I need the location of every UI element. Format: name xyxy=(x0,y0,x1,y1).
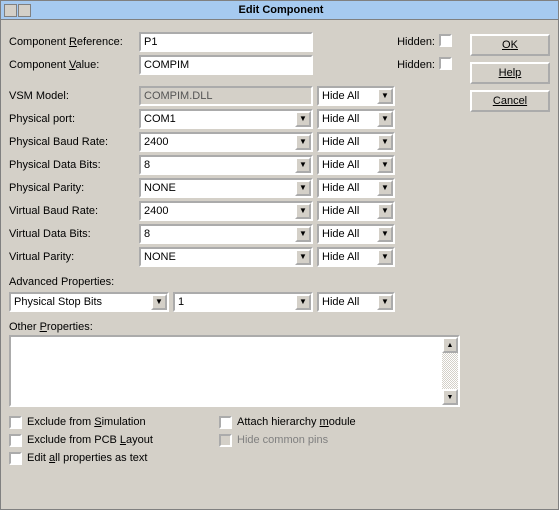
sys-menu-icon[interactable] xyxy=(4,4,17,17)
chevron-down-icon: ▼ xyxy=(295,180,311,196)
ok-button[interactable]: OK xyxy=(470,34,550,56)
chevron-down-icon: ▼ xyxy=(295,294,311,310)
label-virtual-data-bits: Virtual Data Bits: xyxy=(9,228,139,240)
virtual-data-bits-combo[interactable]: 8 ▼ xyxy=(139,224,313,244)
edit-all-checkbox[interactable] xyxy=(9,452,22,465)
chevron-down-icon: ▼ xyxy=(295,111,311,127)
physical-parity-visibility-combo[interactable]: Hide All ▼ xyxy=(317,178,395,198)
label-component-value: Component Value: xyxy=(9,59,139,71)
label-advanced-properties: Advanced Properties: xyxy=(9,276,460,288)
label-hidden-2: Hidden: xyxy=(395,59,439,71)
chevron-down-icon: ▼ xyxy=(377,88,393,104)
sys-restore-icon[interactable] xyxy=(18,4,31,17)
window-title: Edit Component xyxy=(34,4,558,16)
hidden-checkbox-val[interactable] xyxy=(439,57,452,70)
chevron-down-icon: ▼ xyxy=(377,157,393,173)
virtual-baud-combo[interactable]: 2400 ▼ xyxy=(139,201,313,221)
component-value-input[interactable] xyxy=(139,55,313,75)
chevron-down-icon: ▼ xyxy=(295,203,311,219)
chevron-down-icon: ▼ xyxy=(295,134,311,150)
label-virtual-baud: Virtual Baud Rate: xyxy=(9,205,139,217)
hide-common-pins-checkbox xyxy=(219,434,232,447)
advanced-property-name-combo[interactable]: Physical Stop Bits ▼ xyxy=(9,292,169,312)
vsm-model-input xyxy=(139,86,313,106)
label-physical-baud: Physical Baud Rate: xyxy=(9,136,139,148)
label-virtual-parity: Virtual Parity: xyxy=(9,251,139,263)
cancel-button[interactable]: Cancel xyxy=(470,90,550,112)
scroll-down-icon[interactable]: ▼ xyxy=(442,389,458,405)
component-reference-input[interactable] xyxy=(139,32,313,52)
label-vsm-model: VSM Model: xyxy=(9,90,139,102)
physical-data-bits-combo[interactable]: 8 ▼ xyxy=(139,155,313,175)
label-hidden-1: Hidden: xyxy=(395,36,439,48)
scroll-up-icon[interactable]: ▲ xyxy=(442,337,458,353)
label-physical-port: Physical port: xyxy=(9,113,139,125)
chevron-down-icon: ▼ xyxy=(151,294,167,310)
scrollbar[interactable]: ▲ ▼ xyxy=(442,337,458,405)
help-button[interactable]: Help xyxy=(470,62,550,84)
physical-port-combo[interactable]: COM1 ▼ xyxy=(139,109,313,129)
exclude-simulation-checkbox[interactable] xyxy=(9,416,22,429)
chevron-down-icon: ▼ xyxy=(377,134,393,150)
advanced-property-value-combo[interactable]: 1 ▼ xyxy=(173,292,313,312)
virtual-parity-combo[interactable]: NONE ▼ xyxy=(139,247,313,267)
other-properties-textarea[interactable]: ▲ ▼ xyxy=(9,335,460,407)
label-physical-parity: Physical Parity: xyxy=(9,182,139,194)
chevron-down-icon: ▼ xyxy=(295,249,311,265)
physical-data-bits-visibility-combo[interactable]: Hide All ▼ xyxy=(317,155,395,175)
label-physical-data-bits: Physical Data Bits: xyxy=(9,159,139,171)
exclude-pcb-checkbox[interactable] xyxy=(9,434,22,447)
label-other-properties: Other Properties: xyxy=(9,321,460,333)
chevron-down-icon: ▼ xyxy=(377,180,393,196)
chevron-down-icon: ▼ xyxy=(295,226,311,242)
chevron-down-icon: ▼ xyxy=(295,157,311,173)
physical-parity-combo[interactable]: NONE ▼ xyxy=(139,178,313,198)
chevron-down-icon: ▼ xyxy=(377,294,393,310)
virtual-baud-visibility-combo[interactable]: Hide All ▼ xyxy=(317,201,395,221)
label-attach-hierarchy: Attach hierarchy module xyxy=(237,416,356,428)
hidden-checkbox-ref[interactable] xyxy=(439,34,452,47)
label-exclude-simulation: Exclude from Simulation xyxy=(27,416,146,428)
chevron-down-icon: ▼ xyxy=(377,203,393,219)
attach-hierarchy-checkbox[interactable] xyxy=(219,416,232,429)
label-component-reference: Component Reference: xyxy=(9,36,139,48)
physical-baud-visibility-combo[interactable]: Hide All ▼ xyxy=(317,132,395,152)
physical-port-visibility-combo[interactable]: Hide All ▼ xyxy=(317,109,395,129)
label-edit-all: Edit all properties as text xyxy=(27,452,147,464)
virtual-data-bits-visibility-combo[interactable]: Hide All ▼ xyxy=(317,224,395,244)
label-exclude-pcb: Exclude from PCB Layout xyxy=(27,434,153,446)
titlebar: Edit Component xyxy=(1,1,558,20)
chevron-down-icon: ▼ xyxy=(377,249,393,265)
chevron-down-icon: ▼ xyxy=(377,226,393,242)
label-hide-common-pins: Hide common pins xyxy=(237,434,328,446)
physical-baud-combo[interactable]: 2400 ▼ xyxy=(139,132,313,152)
advanced-property-visibility-combo[interactable]: Hide All ▼ xyxy=(317,292,395,312)
chevron-down-icon: ▼ xyxy=(377,111,393,127)
vsm-visibility-combo[interactable]: Hide All ▼ xyxy=(317,86,395,106)
virtual-parity-visibility-combo[interactable]: Hide All ▼ xyxy=(317,247,395,267)
